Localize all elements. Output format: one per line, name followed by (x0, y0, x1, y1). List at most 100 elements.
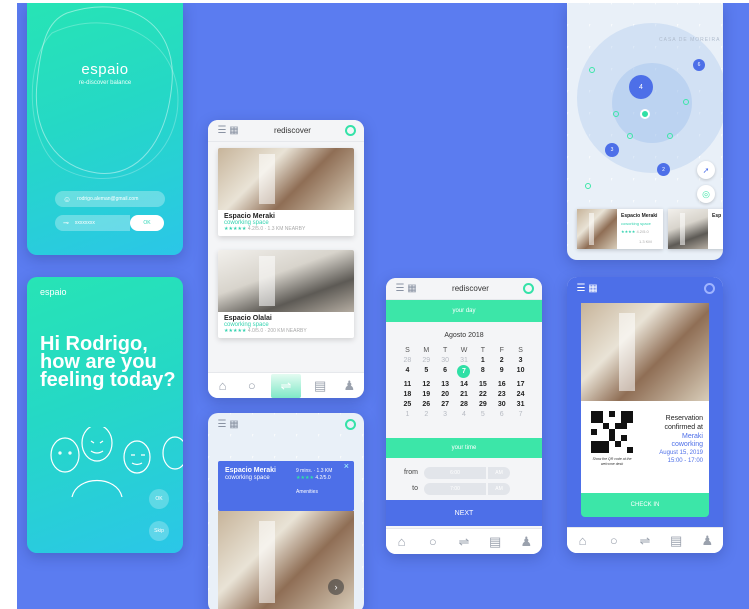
calendar-day[interactable]: 5 (417, 367, 436, 378)
calendar-day[interactable]: 25 (398, 401, 417, 408)
calendar-day[interactable]: 18 (398, 391, 417, 398)
cluster-marker[interactable]: 6 (693, 59, 705, 71)
chevron-right-icon[interactable]: › (328, 579, 344, 595)
calendar-day[interactable]: 27 (436, 401, 455, 408)
place-marker[interactable] (667, 133, 673, 139)
menu-icon[interactable]: ☰ (394, 283, 406, 294)
calendar-day[interactable]: 10 (511, 367, 530, 378)
calendar-day[interactable]: 26 (417, 401, 436, 408)
calendar-icon[interactable]: ▤ (310, 376, 330, 396)
calendar-day[interactable]: 29 (417, 357, 436, 364)
calendar-day[interactable]: 23 (492, 391, 511, 398)
person-icon[interactable]: ♟ (339, 376, 359, 396)
calendar-day[interactable]: 15 (473, 381, 492, 388)
filter-icon[interactable]: ⇌ (635, 531, 655, 551)
locate-button[interactable]: ◎ (697, 185, 715, 203)
calendar-day[interactable]: 31 (455, 357, 474, 364)
calendar-day[interactable]: 14 (455, 381, 474, 388)
home-icon[interactable]: ⌂ (392, 532, 412, 552)
filter-icon[interactable]: ⇌ (270, 373, 301, 398)
email-field[interactable]: ☺ rodrigo.aleman@gmail.com (55, 191, 165, 207)
profile-ring-icon[interactable] (345, 418, 356, 430)
menu-icon[interactable]: ☰ (216, 125, 228, 136)
calendar-day[interactable]: 30 (436, 357, 455, 364)
calendar-day[interactable]: 28 (398, 357, 417, 364)
amenities-link[interactable]: Amenities (296, 489, 318, 495)
calendar-day[interactable]: 4 (455, 411, 474, 418)
compass-button[interactable]: ➚ (697, 161, 715, 179)
place-marker[interactable] (589, 67, 595, 73)
cluster-marker[interactable]: 3 (605, 143, 619, 157)
detail-popup[interactable]: Espacio Meraki coworking space 9 mins. ·… (218, 461, 354, 511)
menu-icon[interactable]: ☰ (216, 419, 228, 430)
listing-card-1[interactable]: Espacio Meraki coworking space ★★★★★ 4.2… (218, 148, 354, 236)
from-ampm-select[interactable]: AM (488, 466, 510, 479)
calendar-day[interactable]: 2 (417, 411, 436, 418)
next-button[interactable]: NEXT (386, 500, 542, 526)
profile-ring-icon[interactable] (345, 125, 356, 136)
password-field[interactable]: ⊸ xxxxxxxx (55, 215, 130, 231)
calendar-day[interactable]: 6 (492, 411, 511, 418)
profile-ring-icon[interactable] (523, 283, 534, 294)
cluster-marker[interactable]: 2 (657, 163, 670, 176)
calendar-day[interactable]: 30 (492, 401, 511, 408)
login-ok-button[interactable]: OK (130, 215, 164, 231)
map-mini-card-next[interactable]: Esp (668, 209, 723, 249)
listing-card-2[interactable]: Espacio Olalai coworking space ★★★★★ 4.0… (218, 250, 354, 338)
home-icon[interactable]: ⌂ (213, 376, 233, 396)
check-in-button[interactable]: CHECK IN (581, 493, 709, 517)
place-marker[interactable] (613, 111, 619, 117)
calendar-day[interactable]: 1 (473, 357, 492, 364)
close-icon[interactable]: × (344, 461, 349, 471)
calendar-day[interactable]: 13 (436, 381, 455, 388)
place-marker[interactable] (683, 99, 689, 105)
profile-ring-icon[interactable] (704, 282, 715, 294)
calendar-icon[interactable]: ▤ (485, 532, 505, 552)
calendar-day[interactable]: 3 (436, 411, 455, 418)
calendar-day[interactable]: 28 (455, 401, 474, 408)
calendar-day[interactable]: 19 (417, 391, 436, 398)
place-marker[interactable] (585, 183, 591, 189)
greeting-skip-button[interactable]: Skip (149, 521, 169, 541)
calendar-day[interactable]: 22 (473, 391, 492, 398)
calendar-day-selected[interactable]: 7 (457, 365, 471, 378)
person-icon[interactable]: ♟ (697, 531, 717, 551)
calendar-day[interactable]: 7 (511, 411, 530, 418)
circle-icon[interactable]: ○ (423, 532, 443, 552)
calendar-day[interactable]: 3 (511, 357, 530, 364)
greeting-ok-button[interactable]: OK (149, 489, 169, 509)
home-icon[interactable]: ⌂ (573, 531, 593, 551)
calendar-day[interactable]: 29 (473, 401, 492, 408)
calendar-day[interactable]: 8 (473, 367, 492, 378)
calendar-day[interactable]: 6 (436, 367, 455, 378)
map-mini-card[interactable]: Espacio Meraki coworking space ★★★★ 4.2/… (577, 209, 663, 249)
map-icon[interactable]: ▦ (228, 419, 240, 430)
calendar-day[interactable]: 2 (492, 357, 511, 364)
calendar-day[interactable]: 12 (417, 381, 436, 388)
to-ampm-select[interactable]: AM (488, 482, 510, 495)
cluster-marker-large[interactable]: 4 (629, 75, 653, 99)
circle-icon[interactable]: ○ (604, 531, 624, 551)
calendar-day[interactable]: 4 (398, 367, 417, 378)
calendar-day[interactable]: 17 (511, 381, 530, 388)
calendar-icon[interactable]: ▤ (666, 531, 686, 551)
place-marker[interactable] (627, 133, 633, 139)
menu-icon[interactable]: ☰ (575, 283, 587, 294)
calendar-day[interactable]: 21 (455, 391, 474, 398)
calendar-day[interactable]: 5 (473, 411, 492, 418)
circle-icon[interactable]: ○ (242, 376, 262, 396)
to-time-input[interactable]: 7:00 (424, 482, 486, 495)
map-icon[interactable]: ▦ (406, 283, 418, 294)
calendar-day[interactable]: 20 (436, 391, 455, 398)
calendar-day[interactable]: 31 (511, 401, 530, 408)
from-time-input[interactable]: 6:00 (424, 466, 486, 479)
map-icon[interactable]: ▦ (228, 125, 240, 136)
calendar-day[interactable]: 24 (511, 391, 530, 398)
filter-icon[interactable]: ⇌ (454, 532, 474, 552)
map-icon[interactable]: ▦ (587, 283, 599, 294)
calendar-day[interactable]: 16 (492, 381, 511, 388)
calendar-day[interactable]: 9 (492, 367, 511, 378)
calendar-day[interactable]: 1 (398, 411, 417, 418)
calendar-day[interactable]: 11 (398, 381, 417, 388)
person-icon[interactable]: ♟ (516, 532, 536, 552)
